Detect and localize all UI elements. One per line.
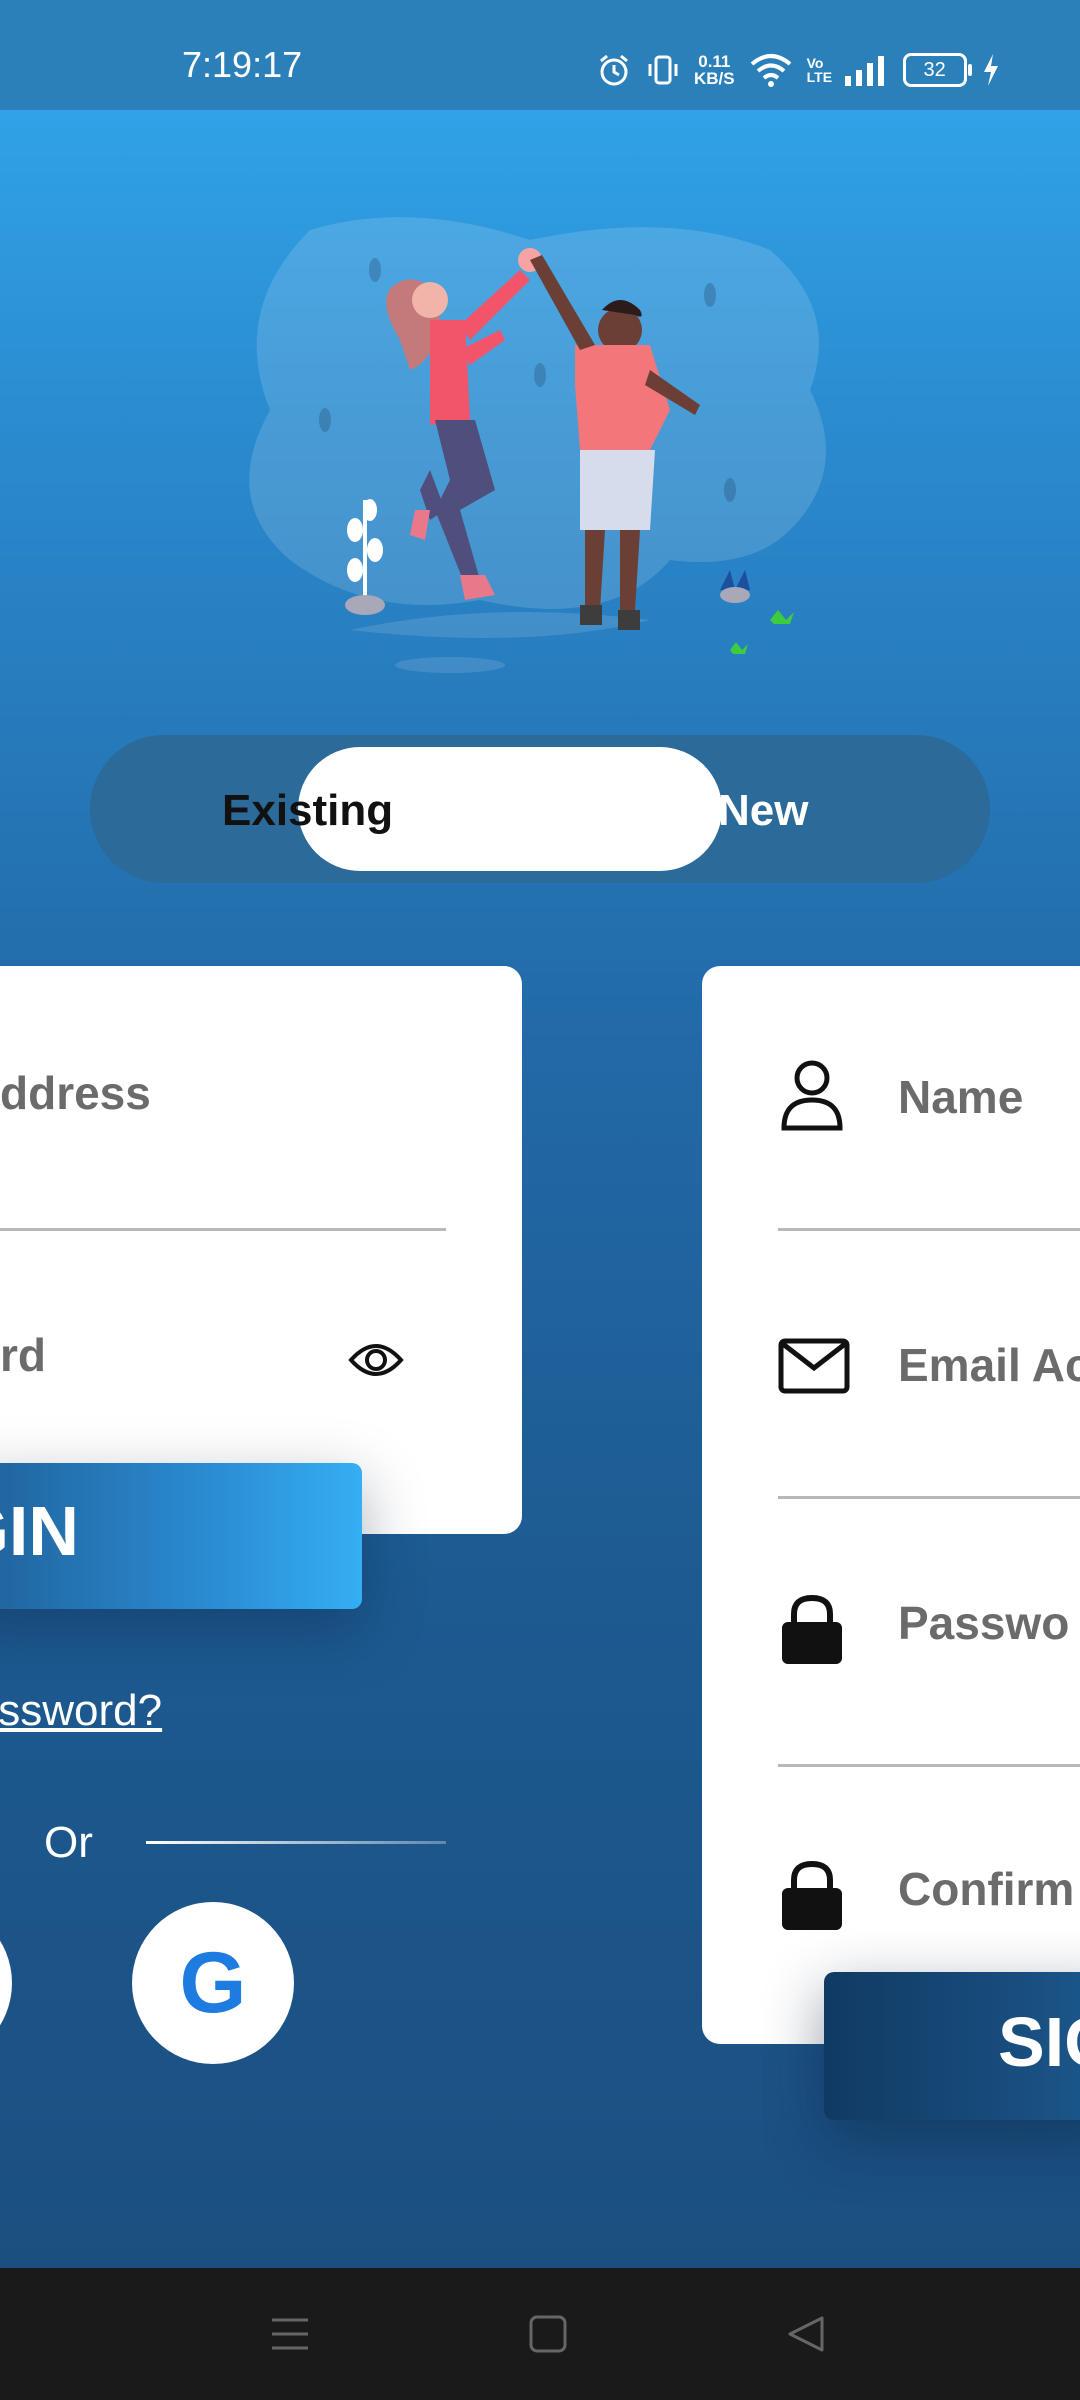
net-speed-value: 0.11 <box>698 52 731 71</box>
social-login-button[interactable] <box>0 1902 12 2064</box>
lock-icon <box>782 1594 842 1664</box>
signup-email-field[interactable]: Email Ac <box>898 1338 1080 1392</box>
high-five-illustration <box>249 217 826 673</box>
google-login-button[interactable]: G <box>132 1902 294 2064</box>
forgot-password-link[interactable]: t Password? <box>0 1686 162 1736</box>
login-password-field[interactable]: rd <box>0 1328 46 1382</box>
eye-icon[interactable] <box>348 1338 404 1382</box>
google-icon: G <box>179 1935 247 2031</box>
status-time: 7:19:17 <box>182 44 303 85</box>
volte-indicator: Vo LTE <box>806 55 833 85</box>
signup-name-field[interactable]: Name <box>898 1070 1023 1124</box>
status-icons: 0.11 KB/S Vo LTE 32 <box>596 46 1001 94</box>
signup-email-divider <box>778 1496 1080 1499</box>
wifi-icon <box>750 54 791 87</box>
tab-new[interactable]: New <box>718 786 808 836</box>
login-button[interactable]: OGIN <box>0 1463 362 1609</box>
signup-card: Name Email Ac Passwo Confirm <box>702 966 1080 2044</box>
signup-password-field[interactable]: Passwo <box>898 1596 1069 1650</box>
or-separator-line <box>146 1841 446 1844</box>
system-nav-bar <box>0 2268 1080 2400</box>
menu-icon[interactable] <box>270 2314 310 2354</box>
net-speed-unit: KB/S <box>694 69 735 88</box>
signup-button-label: SIG <box>998 2003 1080 2081</box>
mail-icon <box>778 1338 850 1394</box>
signal-icon <box>844 56 884 86</box>
login-button-label: OGIN <box>0 1492 79 1570</box>
name-divider <box>778 1228 1080 1231</box>
back-icon[interactable] <box>786 2314 826 2354</box>
home-icon[interactable] <box>528 2314 568 2354</box>
net-speed: 0.11 KB/S <box>694 53 735 87</box>
or-separator-label: Or <box>44 1818 93 1867</box>
person-icon <box>781 1060 843 1131</box>
signup-button[interactable]: SIG <box>824 1972 1080 2120</box>
vibrate-icon <box>648 55 678 85</box>
battery-indicator: 32 <box>902 53 972 87</box>
tab-existing[interactable]: Existing <box>222 786 393 836</box>
email-divider <box>0 1228 446 1231</box>
login-card: ddress rd <box>0 966 522 1534</box>
password-divider <box>778 1764 1080 1767</box>
alarm-icon <box>600 54 628 86</box>
login-email-field[interactable]: ddress <box>0 1066 151 1120</box>
signup-confirm-password-field[interactable]: Confirm <box>898 1862 1074 1916</box>
charging-icon <box>983 54 998 86</box>
status-bar: 7:19:17 0.11 KB/S Vo LTE 32 <box>0 0 1080 110</box>
lock-icon <box>782 1860 842 1930</box>
app-screen: 7:19:17 0.11 KB/S Vo LTE 32 Existing New… <box>0 0 1080 2268</box>
